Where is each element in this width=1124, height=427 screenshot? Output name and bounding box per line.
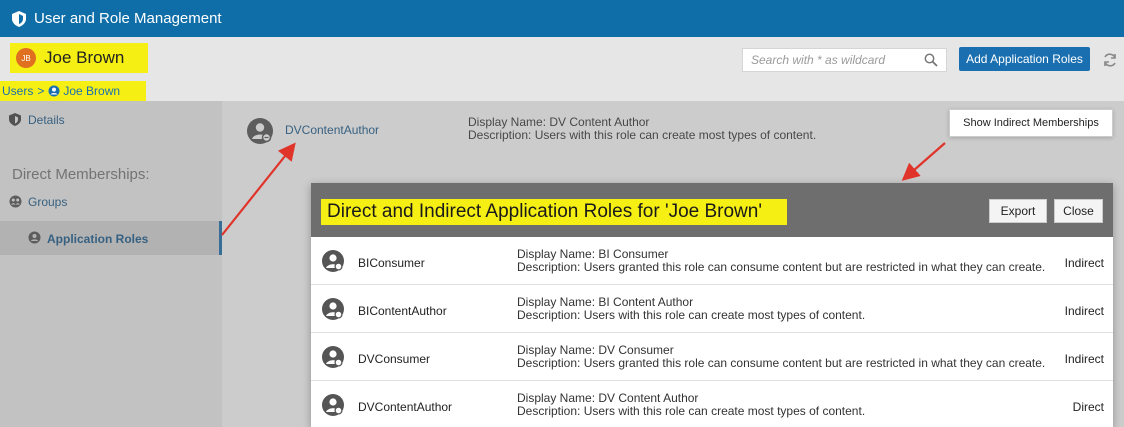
breadcrumb-current: Joe Brown: [63, 84, 121, 98]
breadcrumb-users-link[interactable]: Users: [2, 84, 33, 98]
membership-type: Indirect: [1064, 256, 1104, 270]
role-description: Display Name: DV Consumer Description: U…: [517, 344, 1045, 370]
sidebar: Details Direct Memberships: Groups Appli…: [0, 101, 222, 427]
membership-type: Indirect: [1064, 352, 1104, 366]
user-header: JB Joe Brown Add Application Roles: [0, 37, 1124, 79]
app-title: User and Role Management: [34, 10, 222, 27]
list-item: BIContentAuthor Display Name: BI Content…: [311, 285, 1113, 333]
search-box[interactable]: [742, 48, 947, 72]
list-item: DVContentAuthor Display Name: DV Content…: [311, 381, 1113, 427]
role-icon: [322, 250, 344, 272]
show-indirect-memberships-menu-item[interactable]: Show Indirect Memberships: [949, 109, 1113, 137]
role-description: Display Name: DV Content Author Descript…: [517, 392, 865, 418]
export-button[interactable]: Export: [989, 199, 1047, 223]
dialog-title: Direct and Indirect Application Roles fo…: [327, 201, 762, 222]
role-description-text: Description: Users with this role can cr…: [468, 128, 817, 142]
user-icon: [48, 85, 60, 97]
role-icon: [247, 118, 273, 144]
shield-icon: [9, 113, 21, 126]
role-name: BIContentAuthor: [358, 304, 447, 318]
group-icon: [9, 195, 22, 208]
breadcrumb-bar: Users > Joe Brown: [0, 79, 1124, 179]
avatar: JB: [16, 48, 36, 68]
sidebar-item-label: Application Roles: [47, 232, 149, 246]
sidebar-item-details[interactable]: Details: [9, 113, 65, 127]
role-name-link[interactable]: DVContentAuthor: [285, 123, 379, 137]
role-icon: [28, 231, 41, 244]
add-application-roles-button[interactable]: Add Application Roles: [959, 47, 1090, 71]
roles-list: BIConsumer Display Name: BI Consumer Des…: [311, 237, 1113, 427]
role-description: Display Name: BI Content Author Descript…: [517, 296, 865, 322]
list-item: DVConsumer Display Name: DV Consumer Des…: [311, 333, 1113, 381]
sidebar-item-label: Details: [28, 113, 65, 127]
role-name: DVConsumer: [358, 352, 431, 366]
app-titlebar: User and Role Management: [0, 0, 1124, 37]
role-description: Display Name: DV Content Author Descript…: [468, 116, 816, 142]
dialog-title-highlight: Direct and Indirect Application Roles fo…: [321, 199, 787, 225]
sidebar-item-label: Groups: [28, 195, 68, 209]
close-button[interactable]: Close: [1054, 199, 1103, 223]
role-description-text: Description: Users granted this role can…: [517, 260, 1046, 274]
role-description: Display Name: BI Consumer Description: U…: [517, 248, 1045, 274]
breadcrumb: Users > Joe Brown: [0, 81, 146, 101]
role-icon: [322, 346, 344, 368]
role-description-text: Description: Users granted this role can…: [517, 356, 1046, 370]
sidebar-item-application-roles[interactable]: Application Roles: [0, 221, 222, 255]
search-icon[interactable]: [924, 53, 938, 67]
user-name: Joe Brown: [44, 48, 125, 67]
refresh-icon[interactable]: [1102, 52, 1118, 68]
shield-icon: [12, 10, 26, 27]
role-name: BIConsumer: [358, 256, 425, 270]
user-identity: JB Joe Brown: [10, 43, 148, 73]
direct-memberships-heading: Direct Memberships:: [12, 166, 150, 183]
role-icon: [322, 298, 344, 320]
sidebar-item-groups[interactable]: Groups: [9, 195, 68, 209]
breadcrumb-separator: >: [37, 84, 45, 98]
search-input[interactable]: [751, 53, 911, 67]
dialog-header: Direct and Indirect Application Roles fo…: [311, 183, 1113, 237]
membership-type: Indirect: [1064, 304, 1104, 318]
membership-type: Direct: [1072, 400, 1104, 414]
list-item: BIConsumer Display Name: BI Consumer Des…: [311, 237, 1113, 285]
role-name: DVContentAuthor: [358, 400, 453, 414]
role-description-text: Description: Users with this role can cr…: [517, 404, 866, 418]
role-icon: [322, 394, 344, 416]
application-roles-dialog: Direct and Indirect Application Roles fo…: [311, 183, 1113, 427]
role-description-text: Description: Users with this role can cr…: [517, 308, 866, 322]
